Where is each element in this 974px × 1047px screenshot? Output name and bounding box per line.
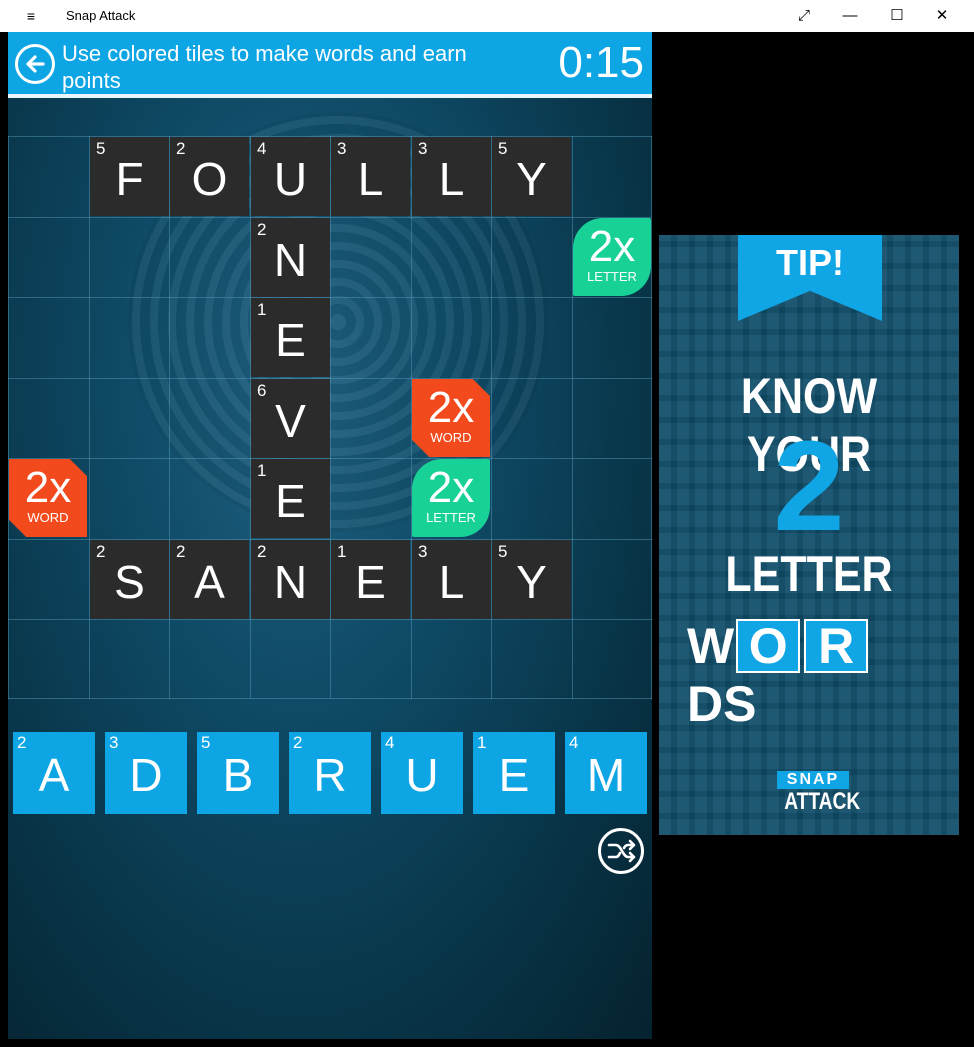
rack-tile[interactable]: 4U <box>381 732 463 814</box>
tile-letter: V <box>275 395 306 447</box>
bonus-multiplier: 2x <box>588 222 636 271</box>
shuffle-icon <box>607 839 636 863</box>
board-tile: 3L <box>331 137 410 216</box>
tile-letter: N <box>273 234 308 286</box>
tile-letter: U <box>273 153 308 205</box>
rack-tile[interactable]: 1E <box>473 732 555 814</box>
logo-top: SNAP <box>777 771 849 789</box>
game-header: Use colored tiles to make words and earn… <box>8 32 652 98</box>
board-tile: 1E <box>251 459 330 538</box>
double-letter-bonus[interactable]: 2x LETTER <box>573 218 651 296</box>
tile-letter: Y <box>516 153 547 205</box>
board-tile: 2N <box>251 218 330 297</box>
tile-letter: Y <box>516 556 547 608</box>
tip-ribbon-label: TIP! <box>776 242 844 283</box>
minimize-button[interactable]: — <box>835 4 865 28</box>
countdown-timer: 0:15 <box>558 38 644 87</box>
tile-letter: A <box>38 749 70 801</box>
tile-letter: B <box>222 749 254 801</box>
tile-letter: D <box>129 749 163 801</box>
grid-line <box>8 378 652 379</box>
double-word-bonus[interactable]: 2x WORD <box>9 459 87 537</box>
ad-words-boxed-part: R <box>804 619 869 673</box>
bonus-multiplier: 2x <box>427 383 475 432</box>
board-tile: 2A <box>170 540 249 619</box>
board-tile: 1E <box>331 540 410 619</box>
hamburger-menu-icon[interactable]: ≡ <box>22 8 40 24</box>
tile-letter: M <box>586 749 626 801</box>
tile-letter: E <box>355 556 386 608</box>
bonus-type: WORD <box>430 430 472 445</box>
ad-words-boxed-part: O <box>736 619 801 673</box>
logo-bottom: ATTACK <box>784 788 861 815</box>
board-tile: 2S <box>90 540 169 619</box>
bonus-type: WORD <box>27 510 69 525</box>
board-tile: 1E <box>251 298 330 377</box>
back-button[interactable] <box>15 44 55 84</box>
ad-line-words: W O R DS <box>687 617 937 732</box>
board-tile: 4U <box>251 137 330 216</box>
tile-letter: E <box>275 314 306 366</box>
bonus-type: LETTER <box>426 510 476 525</box>
grid-line <box>8 136 9 699</box>
rack-tile[interactable]: 2R <box>289 732 371 814</box>
tile-letter: R <box>313 749 347 801</box>
rack-tile[interactable]: 5B <box>197 732 279 814</box>
window-title: Snap Attack <box>66 8 136 23</box>
tile-letter: U <box>405 749 439 801</box>
tile-letter: L <box>438 556 465 608</box>
ad-words-part: W <box>687 618 735 674</box>
grid-line <box>8 619 652 620</box>
title-bar: ≡ Snap Attack ⤢ — ☐ ✕ <box>0 0 974 32</box>
tile-letter: E <box>275 475 306 527</box>
ad-words-part: DS <box>687 676 757 732</box>
game-board[interactable]: 2x LETTER 2x WORD 2x WORD 2x LETTER 5 F 2 O 4 U 3 L 3 L 5 Y… <box>8 136 652 699</box>
rack-tile[interactable]: 3D <box>105 732 187 814</box>
board-tile: 2O <box>170 137 249 216</box>
bonus-multiplier: 2x <box>427 463 475 512</box>
back-arrow-icon <box>26 55 45 73</box>
board-tile: 5F <box>90 137 169 216</box>
ad-line-letter: LETTER <box>725 546 893 602</box>
grid-line <box>8 217 652 218</box>
board-tile: 6V <box>251 379 330 458</box>
close-button[interactable]: ✕ <box>927 4 957 28</box>
tile-letter: O <box>191 153 228 205</box>
ad-number: 2 <box>773 415 845 558</box>
board-tile: 5Y <box>492 540 571 619</box>
maximize-button[interactable]: ☐ <box>882 4 912 28</box>
restore-icon[interactable]: ⤢ <box>789 4 819 28</box>
board-tile: 5Y <box>492 137 571 216</box>
board-tile: 3L <box>412 137 491 216</box>
double-letter-bonus[interactable]: 2x LETTER <box>412 459 490 537</box>
rack-tile[interactable]: 4M <box>565 732 647 814</box>
tile-letter: E <box>498 749 530 801</box>
board-tile: 2N <box>251 540 330 619</box>
tile-letter: S <box>114 556 145 608</box>
rack-tile[interactable]: 2A <box>13 732 95 814</box>
tile-letter: F <box>115 153 144 205</box>
tile-letter: A <box>194 556 225 608</box>
grid-line <box>8 698 652 699</box>
tile-letter: L <box>438 153 465 205</box>
bonus-multiplier: 2x <box>24 463 72 512</box>
shuffle-button[interactable] <box>598 828 644 874</box>
bonus-type: LETTER <box>587 269 637 284</box>
tile-letter: L <box>357 153 384 205</box>
snap-attack-logo: SNAP ATTACK <box>777 771 861 815</box>
grid-line <box>651 136 652 699</box>
tile-letter: N <box>273 556 308 608</box>
board-tile: 3L <box>412 540 491 619</box>
grid-line <box>8 297 652 298</box>
double-word-bonus[interactable]: 2x WORD <box>412 379 490 457</box>
grid-line <box>8 458 652 459</box>
tip-advertisement[interactable]: TIP! KNOW YOUR 2 LETTER W O RDS SNAP ATTAC… <box>659 235 959 835</box>
instruction-text: Use colored tiles to make words and earn… <box>62 41 467 93</box>
game-area: Use colored tiles to make words and earn… <box>8 32 652 1039</box>
